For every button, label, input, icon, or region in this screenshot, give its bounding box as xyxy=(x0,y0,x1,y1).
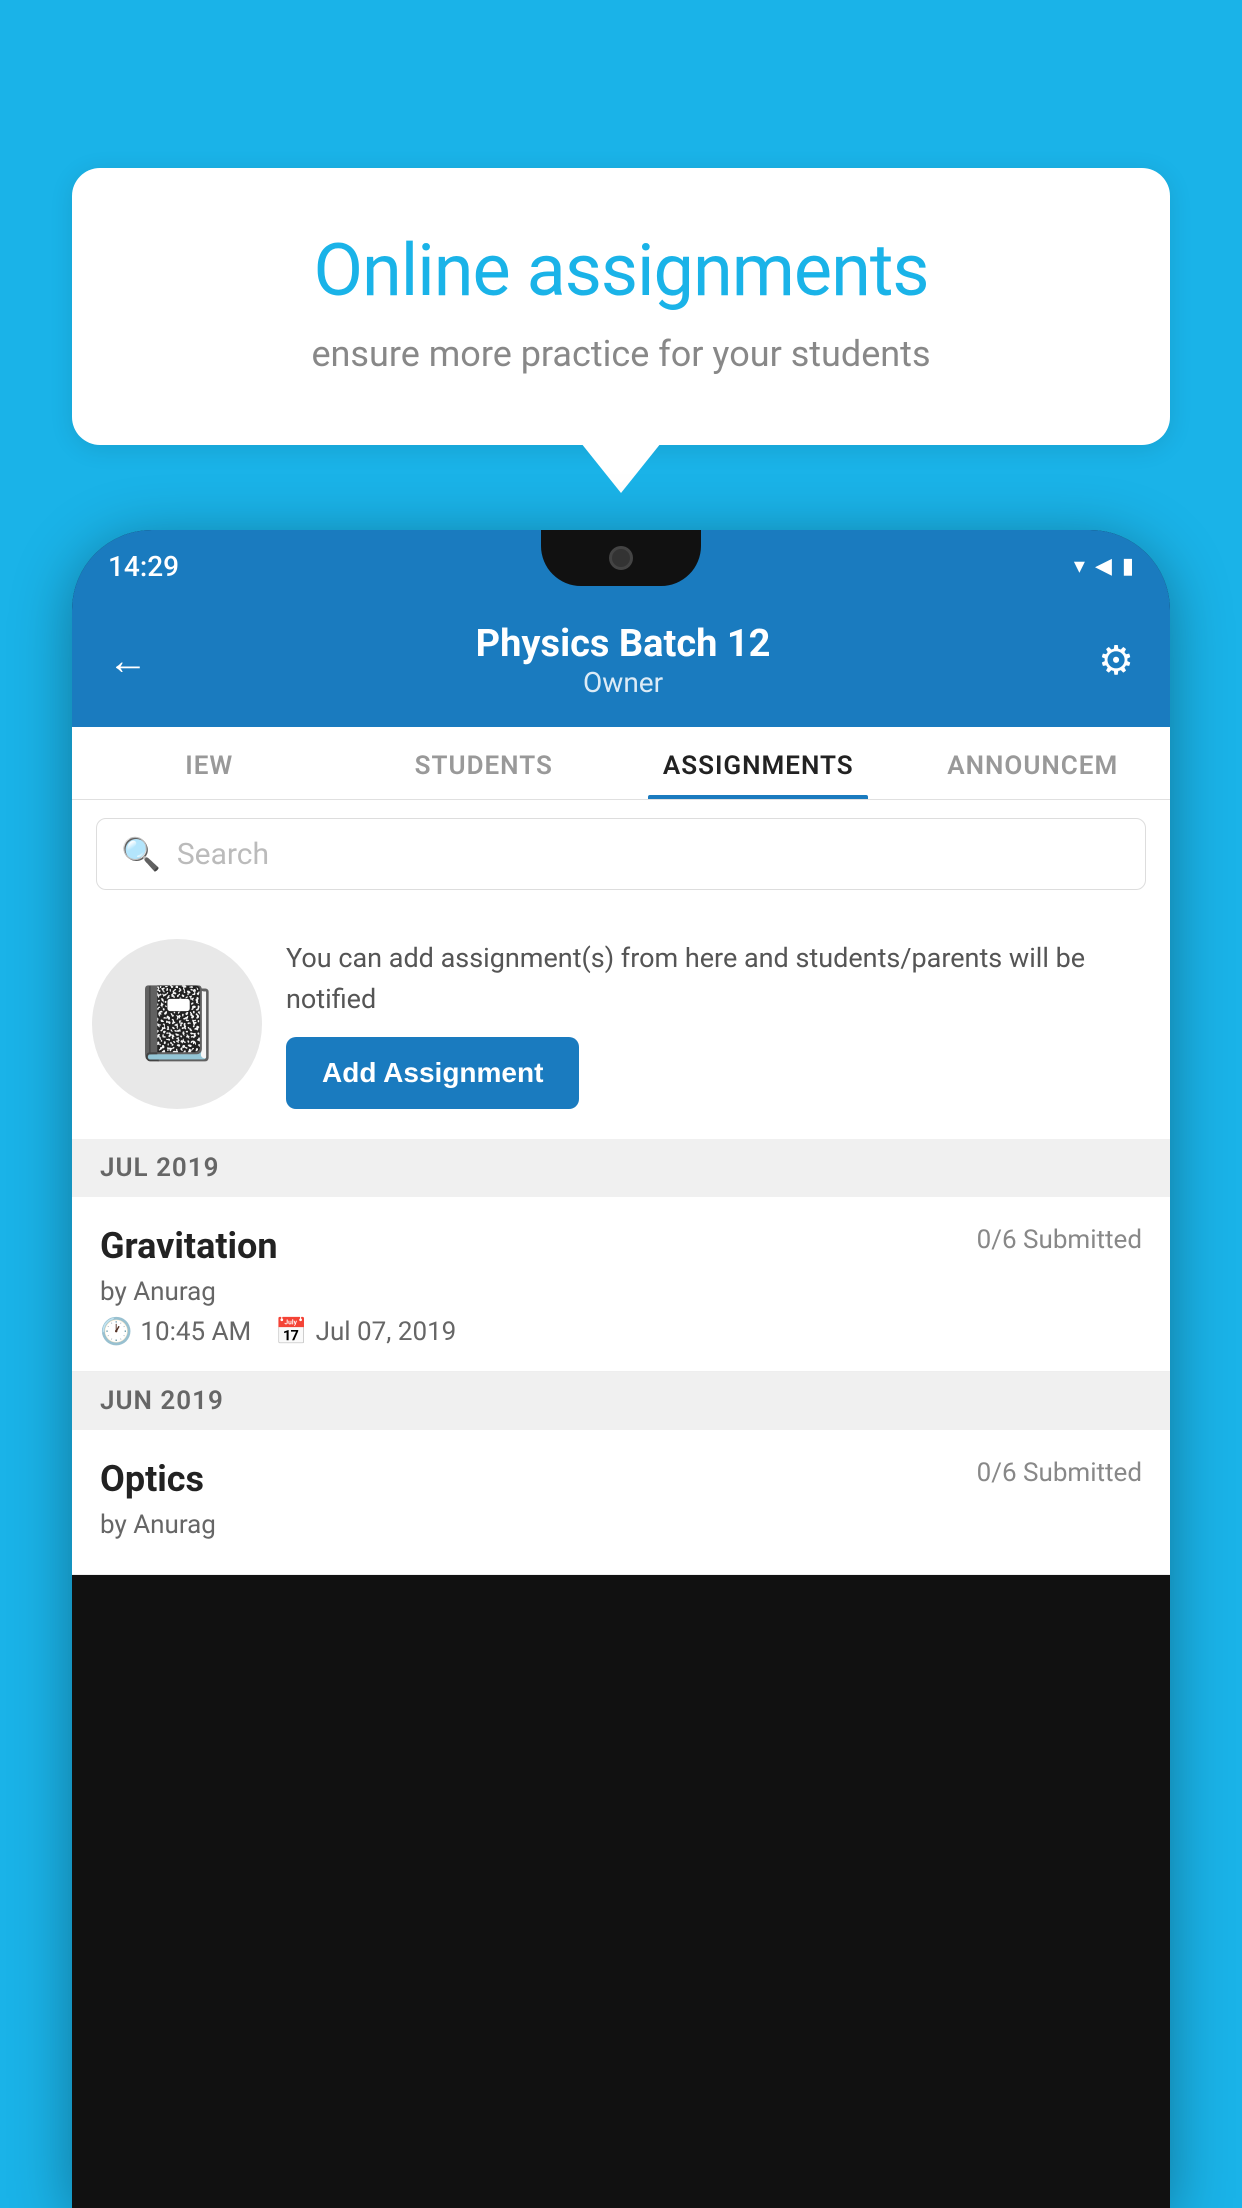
calendar-icon: 📅 xyxy=(275,1317,307,1347)
status-icons: ▾ ◀ ▮ xyxy=(1074,554,1134,579)
battery-icon: ▮ xyxy=(1122,554,1134,579)
tab-announcements[interactable]: ANNOUNCEM xyxy=(896,727,1171,799)
tabs-bar: IEW STUDENTS ASSIGNMENTS ANNOUNCEM xyxy=(72,727,1170,800)
speech-bubble: Online assignments ensure more practice … xyxy=(72,168,1170,445)
search-bar[interactable]: 🔍 Search xyxy=(96,818,1146,890)
search-bar-wrap: 🔍 Search xyxy=(72,800,1170,908)
assignment-date: 📅 Jul 07, 2019 xyxy=(275,1317,456,1347)
phone-notch xyxy=(541,530,701,586)
assignment-optics[interactable]: Optics 0/6 Submitted by Anurag xyxy=(72,1430,1170,1575)
add-assignment-promo: 📓 You can add assignment(s) from here an… xyxy=(72,908,1170,1139)
tab-overview[interactable]: IEW xyxy=(72,727,347,799)
section-jul-2019: JUL 2019 xyxy=(72,1139,1170,1197)
assignment-optics-submitted: 0/6 Submitted xyxy=(977,1458,1142,1488)
search-placeholder: Search xyxy=(177,837,269,872)
bubble-title: Online assignments xyxy=(142,228,1100,313)
phone-content: 🔍 Search 📓 You can add assignment(s) fro… xyxy=(72,800,1170,1575)
time-value: 10:45 AM xyxy=(140,1317,251,1347)
promo-icon-circle: 📓 xyxy=(92,939,262,1109)
clock-icon: 🕐 xyxy=(100,1317,132,1347)
assignment-book-icon: 📓 xyxy=(132,981,222,1066)
status-bar: 14:29 ▾ ◀ ▮ xyxy=(72,530,1170,602)
header-title-block: Physics Batch 12 Owner xyxy=(476,622,771,699)
signal-icon: ◀ xyxy=(1095,554,1112,579)
app-header: ← Physics Batch 12 Owner ⚙ xyxy=(72,602,1170,727)
assignment-name: Gravitation xyxy=(100,1225,278,1267)
bubble-subtitle: ensure more practice for your students xyxy=(142,333,1100,375)
date-value: Jul 07, 2019 xyxy=(316,1317,457,1347)
assignment-optics-by: by Anurag xyxy=(100,1510,1142,1540)
batch-title: Physics Batch 12 xyxy=(476,622,771,666)
status-time: 14:29 xyxy=(108,550,179,583)
phone-camera xyxy=(609,546,633,570)
assignment-submitted: 0/6 Submitted xyxy=(977,1225,1142,1255)
assignment-gravitation[interactable]: Gravitation 0/6 Submitted by Anurag 🕐 10… xyxy=(72,1197,1170,1372)
tab-students[interactable]: STUDENTS xyxy=(347,727,622,799)
promo-description: You can add assignment(s) from here and … xyxy=(286,938,1142,1019)
batch-subtitle: Owner xyxy=(476,666,771,699)
back-button[interactable]: ← xyxy=(108,637,148,684)
assignment-time: 🕐 10:45 AM xyxy=(100,1317,251,1347)
add-assignment-button[interactable]: Add Assignment xyxy=(286,1037,579,1109)
promo-text-block: You can add assignment(s) from here and … xyxy=(286,938,1142,1109)
search-icon: 🔍 xyxy=(121,835,161,873)
wifi-icon: ▾ xyxy=(1074,554,1085,579)
settings-icon[interactable]: ⚙ xyxy=(1098,637,1134,684)
tab-assignments[interactable]: ASSIGNMENTS xyxy=(621,727,896,799)
section-jun-2019: JUN 2019 xyxy=(72,1372,1170,1430)
assignment-optics-name: Optics xyxy=(100,1458,204,1500)
assignment-optics-row-top: Optics 0/6 Submitted xyxy=(100,1458,1142,1500)
phone-frame: 14:29 ▾ ◀ ▮ ← Physics Batch 12 Owner ⚙ I… xyxy=(72,530,1170,2208)
assignment-by: by Anurag xyxy=(100,1277,1142,1307)
assignment-meta: 🕐 10:45 AM 📅 Jul 07, 2019 xyxy=(100,1317,1142,1347)
assignment-row-top: Gravitation 0/6 Submitted xyxy=(100,1225,1142,1267)
